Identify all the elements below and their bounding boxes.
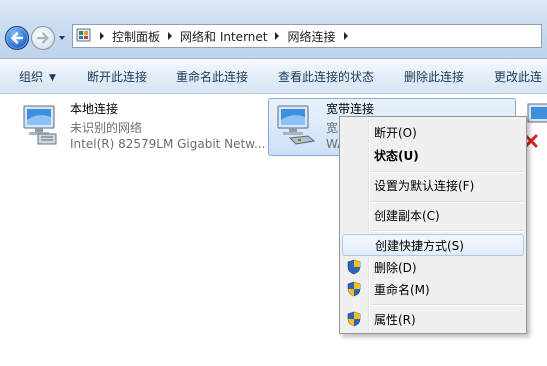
menu-item-label: 属性(R) bbox=[374, 312, 416, 327]
context-menu: 断开(O) 状态(U) 设置为默认连接(F) 创建副本(C) 创建快捷方式(S)… bbox=[339, 116, 527, 334]
shield-icon bbox=[347, 281, 361, 297]
forward-arrow-icon bbox=[36, 32, 49, 44]
menu-item-properties[interactable]: 属性(R) bbox=[342, 308, 524, 330]
connection-item-partial[interactable] bbox=[524, 98, 547, 156]
disconnect-button[interactable]: 断开此连接 bbox=[87, 68, 147, 85]
menu-separator bbox=[371, 171, 523, 173]
recent-pages-dropdown-icon[interactable] bbox=[58, 33, 66, 43]
delete-button[interactable]: 删除此连接 bbox=[404, 68, 464, 85]
change-settings-button[interactable]: 更改此连 bbox=[494, 68, 542, 85]
address-field[interactable]: 控制面板 网络和 Internet 网络连接 bbox=[72, 24, 542, 48]
breadcrumb-network-internet[interactable]: 网络和 Internet bbox=[177, 28, 270, 45]
breadcrumb-network-connections[interactable]: 网络连接 bbox=[284, 28, 338, 45]
menu-item-status[interactable]: 状态(U) bbox=[342, 144, 524, 166]
menu-item-label: 创建副本(C) bbox=[374, 208, 440, 223]
back-button[interactable] bbox=[5, 26, 29, 50]
connection-name: 本地连接 bbox=[70, 102, 119, 116]
menu-separator bbox=[371, 230, 523, 232]
chevron-down-icon: ▼ bbox=[49, 73, 56, 83]
breadcrumb-separator-icon[interactable] bbox=[163, 25, 177, 47]
rename-button[interactable]: 重命名此连接 bbox=[176, 68, 248, 85]
menu-item-label: 创建快捷方式(S) bbox=[375, 238, 464, 253]
view-status-button[interactable]: 查看此连接的状态 bbox=[278, 68, 374, 85]
control-panel-icon bbox=[76, 28, 91, 42]
menu-item-rename[interactable]: 重命名(M) bbox=[342, 278, 524, 300]
connection-status: 未识别的网络 bbox=[70, 121, 143, 135]
menu-item-create-shortcut[interactable]: 创建快捷方式(S) bbox=[342, 234, 524, 256]
breadcrumb-separator-icon[interactable] bbox=[339, 25, 353, 47]
connection-item-local[interactable]: 本地连接 未识别的网络 Intel(R) 82579LM Gigabit Net… bbox=[18, 98, 268, 156]
menu-item-label: 断开(O) bbox=[374, 125, 417, 140]
command-bar: 组织 ▼ 断开此连接 重命名此连接 查看此连接的状态 删除此连接 更改此连 bbox=[0, 59, 547, 94]
shield-icon bbox=[347, 259, 361, 275]
back-arrow-icon bbox=[11, 32, 24, 44]
menu-item-set-default[interactable]: 设置为默认连接(F) bbox=[342, 174, 524, 196]
organize-label: 组织 bbox=[19, 70, 44, 84]
broadband-modem-icon bbox=[277, 105, 316, 145]
breadcrumb-separator-icon[interactable] bbox=[95, 25, 109, 47]
menu-item-create-copy[interactable]: 创建副本(C) bbox=[342, 204, 524, 226]
address-bar: 控制面板 网络和 Internet 网络连接 bbox=[0, 0, 547, 59]
connection-name: 宽带连接 bbox=[326, 102, 375, 116]
menu-item-disconnect[interactable]: 断开(O) bbox=[342, 121, 524, 143]
menu-item-label: 设置为默认连接(F) bbox=[374, 178, 475, 193]
forward-button[interactable] bbox=[31, 26, 55, 50]
menu-separator bbox=[371, 201, 523, 203]
menu-item-delete[interactable]: 删除(D) bbox=[342, 256, 524, 278]
menu-separator bbox=[371, 304, 523, 306]
network-adapter-icon bbox=[527, 103, 547, 123]
menu-item-label: 删除(D) bbox=[374, 260, 417, 275]
menu-item-label: 状态(U) bbox=[374, 148, 419, 163]
network-adapter-icon bbox=[23, 105, 57, 145]
connection-status: 宽 bbox=[326, 121, 339, 135]
connection-device: Intel(R) 82579LM Gigabit Netw... bbox=[70, 137, 266, 151]
organize-menu-button[interactable]: 组织 ▼ bbox=[19, 68, 56, 85]
shield-icon bbox=[347, 311, 361, 327]
breadcrumb-separator-icon[interactable] bbox=[270, 25, 284, 47]
breadcrumb-control-panel[interactable]: 控制面板 bbox=[109, 28, 163, 45]
menu-item-label: 重命名(M) bbox=[374, 282, 430, 297]
